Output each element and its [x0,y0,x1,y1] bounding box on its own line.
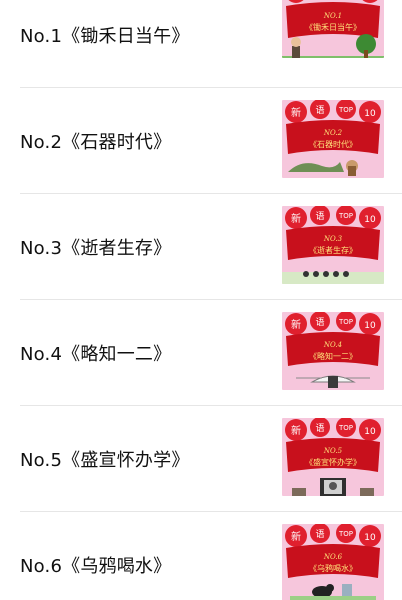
banner-number: NO.4 [323,341,342,349]
list-item-title: No.3《逝者生存》 [20,238,172,259]
badge-lang: 语 [315,211,324,222]
badge-top: TOP [338,424,353,432]
badge-top: TOP [338,106,353,114]
badge-new: 新 [291,318,301,331]
banner-number: NO.5 [323,447,343,455]
list-item-title: No.6《乌鸦喝水》 [20,556,172,577]
badge-lang: 语 [315,529,324,540]
badge-lang: 语 [315,423,324,434]
list-item[interactable]: No.3《逝者生存》 新 语 TOP 10 NO.3 《逝者生存》 [0,194,402,300]
list-item-thumbnail: 新 语 TOP 10 NO.1 《锄禾日当午》 [282,0,384,58]
badge-ten: 10 [364,321,376,331]
banner-title: 《略知一二》 [309,351,357,361]
badge-new: 新 [291,424,301,437]
list-item-title: No.2《石器时代》 [20,132,172,153]
badge-ten: 10 [364,533,376,543]
banner-number: NO.6 [323,553,343,561]
list-item-thumbnail: 新 语 TOP 10 NO.6 《乌鸦喝水》 [282,524,384,600]
list-item-title: No.1《锄禾日当午》 [20,26,190,47]
badge-new: 新 [291,106,301,119]
article-list: No.1《锄禾日当午》 新 语 TOP 10 NO.1 《锄禾日当午》 [0,0,402,600]
banner-number: NO.1 [323,12,342,20]
list-item-title: No.4《略知一二》 [20,344,172,365]
list-item[interactable]: No.4《略知一二》 新 语 TOP 10 NO.4 《略知一二》 [0,300,402,406]
list-item-title: No.5《盛宣怀办学》 [20,450,190,471]
badge-ten: 10 [364,427,376,437]
banner-title: 《乌鸦喝水》 [309,563,357,573]
banner-title: 《锄禾日当午》 [305,22,361,32]
banner-title: 《石器时代》 [309,139,357,149]
badge-ten: 10 [364,109,376,119]
badge-lang: 语 [315,317,324,328]
badge-top: TOP [338,318,353,326]
badge-new: 新 [291,212,301,225]
list-item[interactable]: No.5《盛宣怀办学》 新 语 TOP 10 NO.5 《盛宣怀办学》 [0,406,402,512]
banner-number: NO.2 [323,129,343,137]
badge-top: TOP [338,212,353,220]
banner-title: 《盛宣怀办学》 [305,457,361,467]
badge-top: TOP [338,530,353,538]
list-item-thumbnail: 新 语 TOP 10 NO.3 《逝者生存》 [282,206,384,284]
list-item[interactable]: No.2《石器时代》 新 语 TOP 10 NO.2 《石器时代》 [0,88,402,194]
list-item-thumbnail: 新 语 TOP 10 NO.5 《盛宣怀办学》 [282,418,384,496]
list-item-thumbnail: 新 语 TOP 10 NO.2 《石器时代》 [282,100,384,178]
banner-title: 《逝者生存》 [309,245,357,255]
list-item[interactable]: No.6《乌鸦喝水》 新 语 TOP 10 NO.6 《乌鸦喝水》 [0,512,402,600]
list-item-thumbnail: 新 语 TOP 10 NO.4 《略知一二》 [282,312,384,390]
badge-ten: 10 [364,215,376,225]
badge-lang: 语 [315,105,324,116]
badge-new: 新 [291,530,301,543]
banner-number: NO.3 [323,235,343,243]
list-item[interactable]: No.1《锄禾日当午》 新 语 TOP 10 NO.1 《锄禾日当午》 [0,0,402,88]
